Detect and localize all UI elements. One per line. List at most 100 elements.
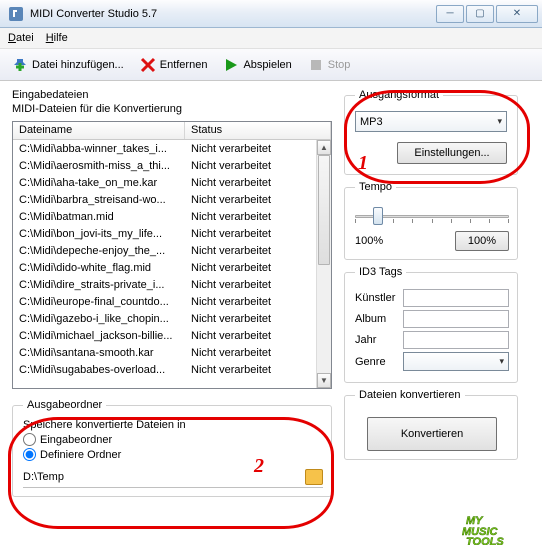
output-path: D:\Temp (23, 471, 305, 483)
tempo-slider[interactable] (355, 205, 509, 229)
svg-text:TOOLS: TOOLS (466, 536, 504, 545)
convert-legend: Dateien konvertieren (355, 389, 465, 401)
genre-label: Genre (355, 356, 399, 368)
table-row[interactable]: C:\Midi\sugababes-overload...Nicht verar… (13, 361, 316, 378)
scroll-thumb[interactable] (318, 155, 330, 265)
file-status-cell: Nicht verarbeitet (185, 211, 316, 223)
menu-help[interactable]: Hilfe (46, 32, 68, 44)
settings-button[interactable]: Einstellungen... (397, 142, 507, 164)
browse-folder-button[interactable] (305, 469, 323, 485)
stop-button[interactable]: Stop (304, 55, 355, 75)
genre-select[interactable] (403, 352, 509, 371)
file-list[interactable]: Dateiname Status C:\Midi\abba-winner_tak… (12, 121, 332, 389)
file-status-cell: Nicht verarbeitet (185, 279, 316, 291)
app-icon (8, 6, 24, 22)
file-name-cell: C:\Midi\batman.mid (13, 211, 185, 223)
col-filename[interactable]: Dateiname (13, 122, 185, 139)
tempo-value: 100% (355, 235, 383, 247)
table-row[interactable]: C:\Midi\dido-white_flag.midNicht verarbe… (13, 259, 316, 276)
file-name-cell: C:\Midi\santana-smooth.kar (13, 347, 185, 359)
table-row[interactable]: C:\Midi\gazebo-i_like_chopin...Nicht ver… (13, 310, 316, 327)
id3-group: ID3 Tags Künstler Album Jahr Genre (344, 266, 518, 383)
table-row[interactable]: C:\Midi\aerosmith-miss_a_thi...Nicht ver… (13, 157, 316, 174)
input-files-sub: MIDI-Dateien für die Konvertierung (12, 103, 332, 115)
year-label: Jahr (355, 334, 399, 346)
play-icon (223, 57, 239, 73)
tempo-reset-button[interactable]: 100% (455, 231, 509, 251)
output-format-group: Ausgangsformat MP3 Einstellungen... (344, 89, 518, 175)
output-format-legend: Ausgangsformat (355, 89, 443, 101)
file-name-cell: C:\Midi\aerosmith-miss_a_thi... (13, 160, 185, 172)
table-row[interactable]: C:\Midi\dire_straits-private_i...Nicht v… (13, 276, 316, 293)
add-file-label: Datei hinzufügen... (32, 59, 124, 71)
file-status-cell: Nicht verarbeitet (185, 143, 316, 155)
radio-define-folder[interactable] (23, 448, 36, 461)
file-name-cell: C:\Midi\sugababes-overload... (13, 364, 185, 376)
radio-input-folder[interactable] (23, 433, 36, 446)
input-files-heading: Eingabedateien (12, 89, 332, 101)
table-row[interactable]: C:\Midi\barbra_streisand-wo...Nicht vera… (13, 191, 316, 208)
output-folder-legend: Ausgabeordner (23, 399, 106, 411)
window-title: MIDI Converter Studio 5.7 (30, 8, 436, 20)
file-name-cell: C:\Midi\bon_jovi-its_my_life... (13, 228, 185, 240)
file-status-cell: Nicht verarbeitet (185, 177, 316, 189)
artist-field[interactable] (403, 289, 509, 307)
add-file-button[interactable]: Datei hinzufügen... (8, 55, 128, 75)
menu-file[interactable]: Datei (8, 32, 34, 44)
file-name-cell: C:\Midi\dido-white_flag.mid (13, 262, 185, 274)
table-row[interactable]: C:\Midi\abba-winner_takes_i...Nicht vera… (13, 140, 316, 157)
toolbar: Datei hinzufügen... Entfernen Abspielen … (0, 49, 542, 81)
file-status-cell: Nicht verarbeitet (185, 347, 316, 359)
tempo-thumb[interactable] (373, 207, 383, 225)
file-status-cell: Nicht verarbeitet (185, 364, 316, 376)
file-list-scrollbar[interactable]: ▲ ▼ (316, 140, 331, 388)
file-status-cell: Nicht verarbeitet (185, 262, 316, 274)
close-button[interactable]: ✕ (496, 5, 538, 23)
table-row[interactable]: C:\Midi\depeche-enjoy_the_...Nicht verar… (13, 242, 316, 259)
table-row[interactable]: C:\Midi\santana-smooth.karNicht verarbei… (13, 344, 316, 361)
stop-icon (308, 57, 324, 73)
format-selected: MP3 (360, 116, 383, 128)
id3-legend: ID3 Tags (355, 266, 406, 278)
radio-input-folder-label: Eingabeordner (40, 434, 112, 446)
file-status-cell: Nicht verarbeitet (185, 194, 316, 206)
scroll-up-icon[interactable]: ▲ (317, 140, 331, 155)
menu-bar: Datei Hilfe (0, 28, 542, 49)
remove-button[interactable]: Entfernen (136, 55, 212, 75)
convert-button[interactable]: Konvertieren (367, 417, 497, 451)
tempo-legend: Tempo (355, 181, 396, 193)
table-row[interactable]: C:\Midi\bon_jovi-its_my_life...Nicht ver… (13, 225, 316, 242)
year-field[interactable] (403, 331, 509, 349)
table-row[interactable]: C:\Midi\batman.midNicht verarbeitet (13, 208, 316, 225)
title-bar: MIDI Converter Studio 5.7 ─ ▢ ✕ (0, 0, 542, 28)
file-name-cell: C:\Midi\europe-final_countdo... (13, 296, 185, 308)
album-label: Album (355, 313, 399, 325)
album-field[interactable] (403, 310, 509, 328)
convert-group: Dateien konvertieren Konvertieren (344, 389, 518, 460)
file-name-cell: C:\Midi\gazebo-i_like_chopin... (13, 313, 185, 325)
play-button[interactable]: Abspielen (219, 55, 295, 75)
col-status[interactable]: Status (185, 122, 331, 139)
remove-icon (140, 57, 156, 73)
table-row[interactable]: C:\Midi\aha-take_on_me.karNicht verarbei… (13, 174, 316, 191)
remove-label: Entfernen (160, 59, 208, 71)
table-row[interactable]: C:\Midi\europe-final_countdo...Nicht ver… (13, 293, 316, 310)
file-name-cell: C:\Midi\depeche-enjoy_the_... (13, 245, 185, 257)
tempo-group: Tempo 100% 100% (344, 181, 518, 260)
mymusictools-logo: MY MUSIC TOOLS (462, 511, 532, 545)
file-status-cell: Nicht verarbeitet (185, 330, 316, 342)
file-name-cell: C:\Midi\aha-take_on_me.kar (13, 177, 185, 189)
file-status-cell: Nicht verarbeitet (185, 245, 316, 257)
table-row[interactable]: C:\Midi\michael_jackson-billie...Nicht v… (13, 327, 316, 344)
file-status-cell: Nicht verarbeitet (185, 228, 316, 240)
play-label: Abspielen (243, 59, 291, 71)
scroll-down-icon[interactable]: ▼ (317, 373, 331, 388)
file-name-cell: C:\Midi\michael_jackson-billie... (13, 330, 185, 342)
file-status-cell: Nicht verarbeitet (185, 160, 316, 172)
format-select[interactable]: MP3 (355, 111, 507, 132)
artist-label: Künstler (355, 292, 399, 304)
maximize-button[interactable]: ▢ (466, 5, 494, 23)
store-in-label: Speichere konvertierte Dateien in (23, 419, 323, 431)
file-name-cell: C:\Midi\barbra_streisand-wo... (13, 194, 185, 206)
minimize-button[interactable]: ─ (436, 5, 464, 23)
